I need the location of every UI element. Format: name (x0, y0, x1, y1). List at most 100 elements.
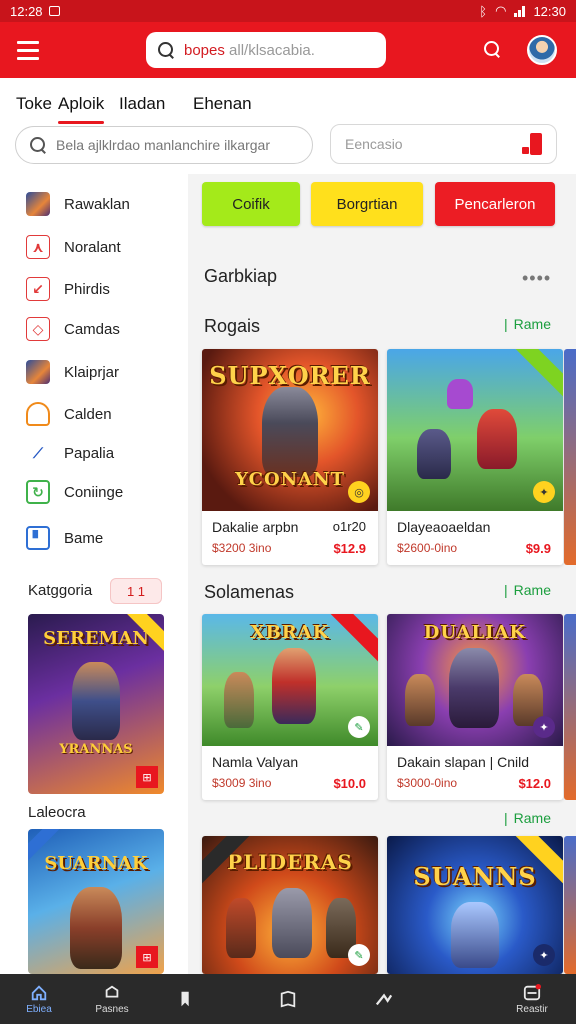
game-title: Dakain slapan | Cnild (397, 754, 530, 770)
search-input[interactable]: Bela ajlklrdao manlanchire ilkargar (15, 126, 313, 164)
sidebar-item-camdas[interactable]: ◇ Camdas (26, 317, 120, 341)
game-card[interactable]: SUANNS ✦ (387, 836, 563, 974)
nav-bookmark[interactable] (156, 974, 216, 1024)
game-card-art: PLIDERAS ✎ (202, 836, 378, 974)
filter-placeholder: Eencasio (345, 136, 403, 152)
flag-icon[interactable] (522, 133, 542, 155)
more-icon[interactable]: •••• (522, 268, 551, 289)
sidebar-item-label: Camdas (64, 320, 120, 338)
filter-input[interactable]: Eencasio (330, 124, 557, 164)
tag-icon: ⋏ (26, 235, 50, 259)
bookmark-icon (181, 991, 189, 1007)
character-figure (272, 648, 316, 724)
game-card[interactable]: SUPXORER YCONANT ◎ Dakalie arpbn o1r20 $… (202, 349, 378, 565)
profile-icon (523, 983, 541, 1000)
sidebar-item-bame[interactable]: ▘ Bame (26, 526, 103, 550)
sidebar-game-card[interactable]: SUARNAK ⊞ (28, 829, 164, 974)
nav-label: Pasnes (95, 1003, 129, 1015)
sidebar-item-papalia[interactable]: ⟋ Papalia (26, 441, 114, 465)
game-subtext: $3200 3ino (212, 541, 272, 555)
nav-book[interactable] (258, 974, 318, 1024)
game-icon (26, 192, 50, 216)
game-card[interactable]: ✦ Dlayeaoaeldan $2600-0ino $9.9 (387, 349, 563, 565)
character-figure (449, 648, 499, 728)
card-badge-icon: ⊞ (136, 946, 158, 968)
section-header: Garbkiap (204, 266, 278, 286)
card-art-title: DUALIAK (423, 622, 527, 643)
sidebar-item-calden[interactable]: Calden (26, 402, 112, 426)
sidebar-item-label: Phirdis (64, 280, 110, 298)
coin-icon: ◎ (348, 481, 370, 503)
pill-pencarleron[interactable]: Pencarleron (435, 182, 555, 226)
badge-icon: ✦ (533, 716, 555, 738)
nav-label: Ebiea (26, 1003, 52, 1015)
pill-borgrtian[interactable]: Borgrtian (311, 182, 423, 226)
character-figure (447, 379, 473, 409)
card-art-title: SUARNAK (44, 853, 148, 874)
house-icon (26, 402, 50, 426)
see-all-link[interactable]: Rame (504, 810, 551, 826)
tab-toke[interactable]: Toke (16, 94, 52, 114)
sidebar-item-phirdis[interactable]: ↙ Phirdis (26, 277, 110, 301)
sidebar-item-label: Klaiprjar (64, 363, 120, 381)
pill-coifik[interactable]: Coifik (202, 182, 300, 226)
game-price: $10.0 (333, 776, 366, 791)
tab-aploik[interactable]: Aploik (58, 94, 105, 124)
game-title: Namla Valyan (212, 754, 299, 770)
section-title: Rogais (204, 316, 261, 336)
game-card[interactable]: DUALIAK ✦ Dakain slapan | Cnild $3000-0i… (387, 614, 563, 800)
next-card-peek (564, 349, 576, 565)
avatar[interactable] (527, 35, 557, 65)
arrow-icon: ↙ (26, 277, 50, 301)
nav-home[interactable]: Ebiea (9, 974, 69, 1024)
tab-ehenan[interactable]: Ehenan (193, 94, 252, 114)
search-icon[interactable] (484, 41, 500, 57)
bottom-nav: Ebiea Pasnes Reastir (0, 974, 576, 1024)
game-card[interactable]: XBRAK ✎ Namla Valyan $3009 3ino $10.0 (202, 614, 378, 800)
card-badge-icon: ⊞ (136, 766, 158, 788)
character-figure (272, 888, 312, 958)
badge-icon: ✦ (533, 944, 555, 966)
signal-icon (514, 5, 526, 17)
app-header: bopes all/klsacabia. (0, 22, 576, 78)
sidebar-item-noralant[interactable]: ⋏ Noralant (26, 235, 121, 259)
menu-icon[interactable] (0, 22, 56, 78)
home-icon (31, 984, 47, 1000)
character-figure (477, 409, 517, 469)
game-card-art: SUANNS ✦ (387, 836, 563, 974)
share-icon (375, 993, 393, 1006)
see-all-link[interactable]: Rame (504, 582, 551, 598)
sidebar-item-coniinge[interactable]: ↻ Coniinge (26, 480, 123, 504)
card-art-title: SUANNS (413, 862, 537, 891)
bluetooth-icon: ᛒ (479, 3, 488, 19)
sidebar-item-klaiprjar[interactable]: Klaiprjar (26, 360, 119, 384)
character-figure (224, 672, 254, 728)
game-meta: o1r20 (332, 519, 366, 534)
game-card-art: SUPXORER YCONANT ◎ (202, 349, 378, 511)
character-figure (72, 662, 120, 740)
nav-chat[interactable]: Pasnes (82, 974, 142, 1024)
header-search-input[interactable]: bopes all/klsacabia. (146, 32, 386, 68)
character-figure (70, 887, 122, 969)
category-chip[interactable]: 1 1 (110, 578, 162, 604)
tab-iladan[interactable]: Iladan (119, 94, 165, 114)
refresh-icon: ↻ (26, 480, 50, 504)
category-heading: Katggoria (28, 582, 93, 599)
card-art-subtitle: YRANNAS (59, 742, 133, 757)
notification-icon (48, 6, 60, 16)
sidebar-game-card[interactable]: SEREMAN YRANNAS ⊞ (28, 614, 164, 794)
see-all-link[interactable]: Rame (504, 316, 551, 332)
nav-share[interactable] (354, 974, 414, 1024)
search-icon (30, 137, 46, 153)
character-figure (262, 387, 318, 477)
nav-profile[interactable]: Reastir (502, 974, 562, 1024)
badge-icon: ✎ (348, 716, 370, 738)
character-figure (405, 674, 435, 726)
game-price: $9.9 (525, 541, 551, 556)
game-card[interactable]: PLIDERAS ✎ (202, 836, 378, 974)
sidebar-item-label: Noralant (64, 238, 121, 256)
game-subtext: $3009 3ino (212, 776, 272, 790)
sidebar-item-label: Coniinge (64, 483, 124, 501)
character-figure (451, 902, 499, 968)
sidebar-item-rawaklan[interactable]: Rawaklan (26, 192, 130, 216)
